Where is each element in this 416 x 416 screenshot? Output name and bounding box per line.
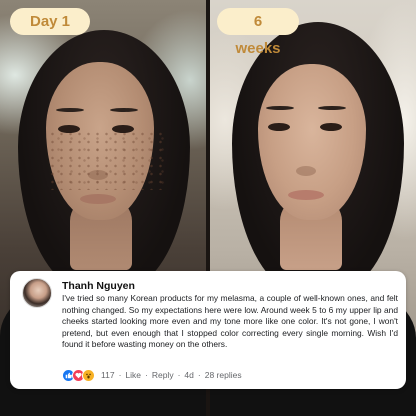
left-eyebrow — [266, 106, 294, 110]
comment-time: 4d — [184, 370, 194, 380]
left-eye — [268, 123, 290, 131]
nose — [296, 166, 316, 176]
like-button[interactable]: Like — [125, 370, 141, 380]
before-label: Day 1 — [10, 8, 90, 35]
separator-dot: · — [145, 370, 148, 380]
lips — [288, 190, 324, 200]
comment-author[interactable]: Thanh Nguyen — [62, 280, 135, 292]
left-eyebrow — [56, 108, 84, 112]
reaction-icons[interactable] — [62, 368, 95, 382]
separator-dot: · — [118, 370, 122, 380]
view-replies-button[interactable]: 28 replies — [205, 370, 242, 380]
separator-dot: · — [197, 370, 201, 380]
avatar[interactable] — [22, 278, 52, 308]
right-eyebrow — [110, 108, 138, 112]
right-eyebrow — [318, 106, 346, 110]
nose — [88, 170, 108, 180]
comment-text: I've tried so many Korean products for m… — [62, 293, 398, 350]
right-eye — [320, 123, 342, 131]
lips — [80, 194, 116, 204]
skin-spots — [48, 130, 168, 190]
reaction-count[interactable]: 117 — [101, 370, 115, 380]
comment-actions: 117 · Like · Reply · 4d · 28 replies — [62, 368, 242, 382]
comment-card: Thanh Nguyen I've tried so many Korean p… — [10, 271, 406, 389]
left-eye — [58, 125, 80, 133]
separator-dot: · — [177, 370, 181, 380]
wow-icon — [82, 368, 95, 382]
after-label: 6 weeks — [217, 8, 299, 57]
right-eye — [112, 125, 134, 133]
reply-button[interactable]: Reply — [152, 370, 174, 380]
